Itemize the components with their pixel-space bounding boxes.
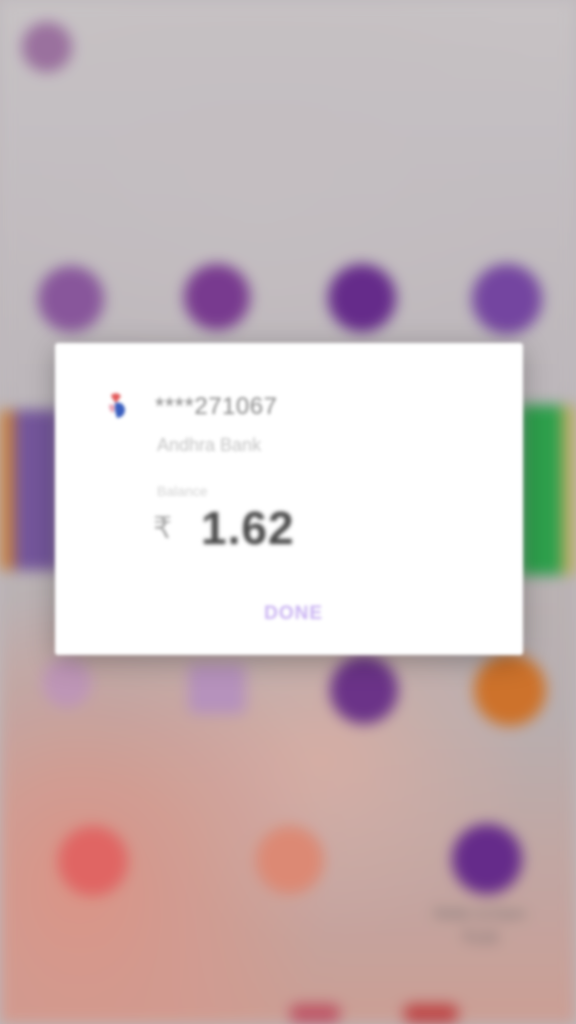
done-button[interactable]: DONE [264,603,323,625]
balance-dialog: ****271067 Andhra Bank Balance ₹ 1.62 DO… [55,343,523,655]
account-number: ****271067 [155,393,278,420]
phone-screen: Refer & Earn ₹100 ****271067 Andhra Bank… [0,0,576,1024]
bank-logo-icon [109,393,125,418]
balance-amount: 1.62 [201,502,295,554]
currency-symbol: ₹ [153,512,173,545]
bank-name: Andhra Bank [157,435,262,455]
balance-label: Balance [157,483,208,499]
